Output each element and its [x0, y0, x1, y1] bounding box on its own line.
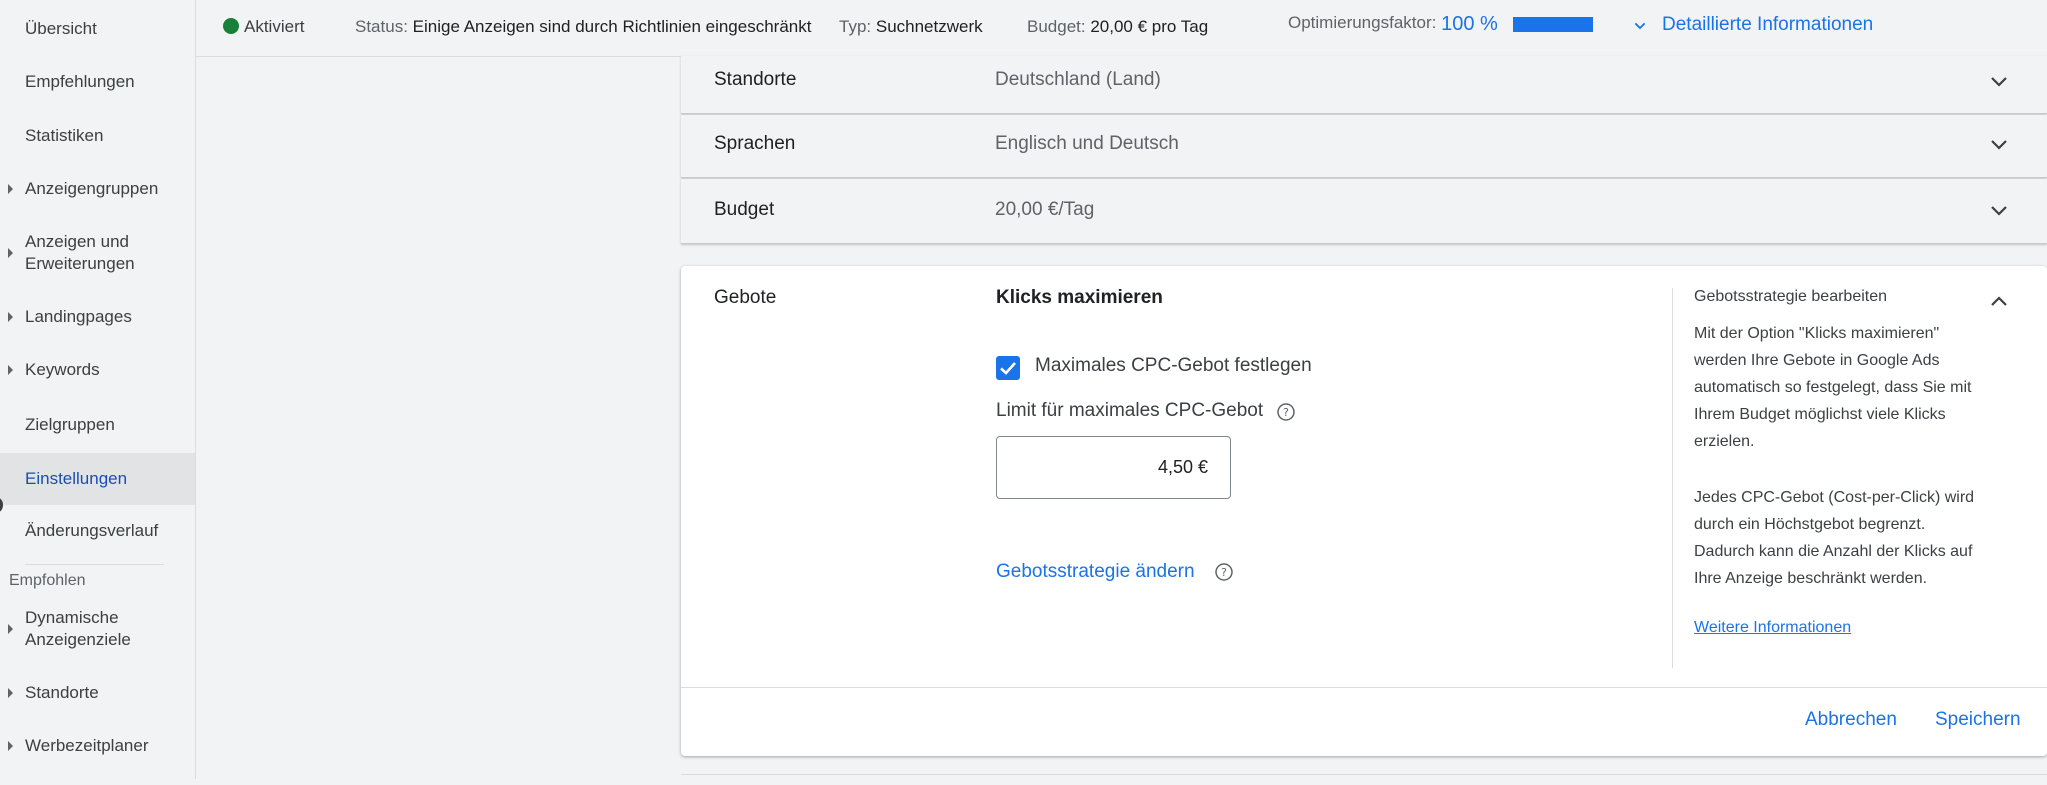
help-icon[interactable]: ? [1214, 562, 1234, 582]
bidding-setting-panel: Gebote Klicks maximieren Maximales CPC-G… [681, 266, 2047, 756]
sidebar-item-keywords[interactable]: Keywords [0, 359, 195, 381]
status-value: Einige Anzeigen sind durch Richtlinien e… [412, 17, 812, 36]
sidebar-item-recommendations[interactable]: Empfehlungen [0, 71, 195, 93]
sidebar-item-label: Anzeigen und Erweiterungen [25, 232, 135, 273]
help-panel-paragraph: Mit der Option "Klicks maximieren" werde… [1694, 325, 1972, 450]
budget-key: Budget: [1027, 17, 1086, 36]
type-field: Typ: Suchnetzwerk [839, 16, 983, 38]
sidebar-item-label: Änderungsverlauf [25, 521, 159, 540]
caret-right-icon [8, 184, 13, 194]
sidebar-item-landing-pages[interactable]: Landingpages [0, 306, 195, 328]
sidebar-divider [25, 564, 164, 565]
optimization-field: Optimierungsfaktor: 100 % [1288, 13, 1498, 36]
optimization-score-bar [1513, 17, 1593, 32]
caret-right-icon [8, 365, 13, 375]
cancel-button[interactable]: Abbrechen [1805, 709, 1897, 731]
max-cpc-limit-label: Limit für maximales CPC-Gebot [996, 400, 1264, 421]
locations-setting-row[interactable]: Standorte Deutschland (Land) [681, 56, 2047, 114]
type-value: Suchnetzwerk [875, 17, 983, 36]
chevron-down-icon[interactable] [1987, 199, 2011, 223]
sidebar-item-label: Empfehlungen [25, 72, 135, 91]
sidebar-item-label: Dynamische Anzeigenziele [25, 608, 131, 649]
sidebar-item-ad-groups[interactable]: Anzeigengruppen [0, 178, 195, 200]
sidebar: Übersicht Empfehlungen Statistiken Anzei… [0, 0, 196, 779]
languages-setting-row[interactable]: Sprachen Englisch und Deutsch [681, 115, 2047, 178]
next-setting-row [681, 774, 2047, 785]
setting-value: Deutschland (Land) [995, 69, 1161, 90]
setting-title: Budget [714, 199, 775, 220]
optimization-value: 100 % [1441, 13, 1498, 35]
max-cpc-checkbox-label[interactable]: Maximales CPC-Gebot festlegen [1035, 355, 1312, 377]
max-cpc-limit-input[interactable]: 4,50 € [996, 436, 1231, 499]
help-icon[interactable]: ? [1276, 402, 1296, 422]
caret-right-icon [8, 624, 13, 634]
sidebar-item-label: Statistiken [25, 126, 104, 145]
panel-footer-divider [681, 687, 2047, 688]
sidebar-item-change-history[interactable]: Änderungsverlauf [0, 520, 195, 542]
caret-right-icon [8, 248, 13, 258]
type-key: Typ: [839, 17, 872, 36]
caret-right-icon [8, 688, 13, 698]
sidebar-section-label: Empfohlen [9, 572, 86, 589]
sidebar-item-label: Zielgruppen [25, 415, 115, 434]
learn-more-link[interactable]: Weitere Informationen [1694, 619, 1851, 637]
sidebar-item-locations[interactable]: Standorte [0, 682, 195, 704]
details-link[interactable]: Detaillierte Informationen [1662, 14, 1873, 36]
setting-title: Standorte [714, 69, 797, 90]
sidebar-item-label: Standorte [25, 683, 99, 702]
sidebar-item-statistics[interactable]: Statistiken [0, 125, 195, 147]
status-active-dot [223, 18, 239, 34]
checkmark-icon [1000, 362, 1016, 375]
help-panel-title: Gebotsstrategie bearbeiten [1694, 288, 1888, 305]
sidebar-item-label: Einstellungen [25, 469, 128, 488]
setting-title: Sprachen [714, 133, 796, 154]
sidebar-item-label: Anzeigengruppen [25, 179, 159, 198]
sidebar-item-label: Landingpages [25, 307, 132, 326]
sidebar-item-label: Werbezeitplaner [25, 736, 149, 755]
status-field: Status: Einige Anzeigen sind durch Richt… [355, 16, 811, 38]
svg-text:?: ? [1283, 406, 1289, 419]
svg-text:?: ? [1221, 566, 1227, 579]
sidebar-item-label: Übersicht [25, 19, 97, 38]
panel-vertical-divider [1672, 288, 1673, 668]
budget-value: 20,00 € pro Tag [1090, 17, 1209, 36]
sidebar-item-label: Keywords [25, 360, 100, 379]
save-button[interactable]: Speichern [1935, 709, 2021, 731]
help-panel-paragraph: Jedes CPC-Gebot (Cost-per-Click) wird du… [1694, 489, 1975, 587]
sidebar-item-settings[interactable]: Einstellungen [0, 453, 195, 505]
chevron-down-icon[interactable] [1987, 70, 2011, 94]
budget-setting-row[interactable]: Budget 20,00 €/Tag [681, 179, 2047, 244]
max-cpc-checkbox[interactable] [996, 356, 1020, 380]
sidebar-item-overview[interactable]: Übersicht [0, 18, 195, 40]
sidebar-item-ads-extensions[interactable]: Anzeigen und Erweiterungen [0, 231, 195, 275]
sidebar-item-ad-scheduler[interactable]: Werbezeitplaner [0, 735, 195, 757]
setting-title: Gebote [714, 287, 777, 308]
caret-right-icon [8, 741, 13, 751]
chevron-down-icon[interactable] [1987, 133, 2011, 157]
setting-value: 20,00 €/Tag [995, 199, 1095, 220]
max-cpc-limit-value: 4,50 € [1157, 457, 1208, 477]
chevron-down-icon[interactable] [1632, 18, 1648, 34]
budget-field: Budget: 20,00 € pro Tag [1027, 16, 1208, 38]
optimization-key: Optimierungsfaktor: [1288, 13, 1437, 32]
sidebar-item-dynamic-ad-targets[interactable]: Dynamische Anzeigenziele [0, 607, 195, 651]
chevron-up-icon[interactable] [1987, 290, 2011, 314]
caret-right-icon [8, 312, 13, 322]
status-key: Status: [355, 17, 408, 36]
bid-strategy-name: Klicks maximieren [996, 287, 1163, 308]
change-bid-strategy-link[interactable]: Gebotsstrategie ändern [996, 561, 1195, 583]
sidebar-item-audiences[interactable]: Zielgruppen [0, 414, 195, 436]
status-active-label: Aktiviert [244, 17, 305, 36]
setting-value: Englisch und Deutsch [995, 133, 1179, 154]
